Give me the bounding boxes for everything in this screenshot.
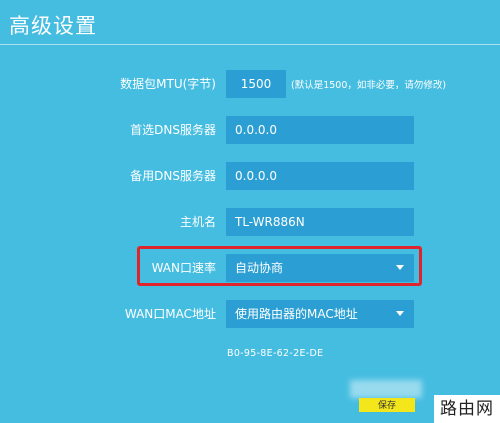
mtu-hint: (默认是1500，如非必要，请勿修改) [291,80,447,91]
dns-primary-input[interactable]: 0.0.0.0 [226,116,414,144]
wan-mac-select[interactable]: 使用路由器的MAC地址 [226,300,414,328]
highlight-box [137,246,422,286]
wan-mac-address: B0-95-8E-62-2E-DE [227,348,324,359]
wan-mac-value: 使用路由器的MAC地址 [235,307,358,321]
blur-overlay [350,380,422,398]
save-button[interactable]: 保存 [359,398,415,412]
dns-primary-label: 首选DNS服务器 [130,123,216,137]
page-title: 高级设置 [9,14,97,38]
chevron-down-icon [396,311,404,316]
mtu-input[interactable]: 1500 [226,70,286,98]
dns-secondary-label: 备用DNS服务器 [130,169,216,183]
dns-secondary-input[interactable]: 0.0.0.0 [226,162,414,190]
watermark: 路由网 [434,395,500,423]
wan-mac-label: WAN口MAC地址 [124,307,216,321]
hostname-input[interactable]: TL-WR886N [226,208,414,236]
mtu-label: 数据包MTU(字节) [120,77,216,91]
title-divider [0,44,500,45]
hostname-label: 主机名 [179,215,216,229]
